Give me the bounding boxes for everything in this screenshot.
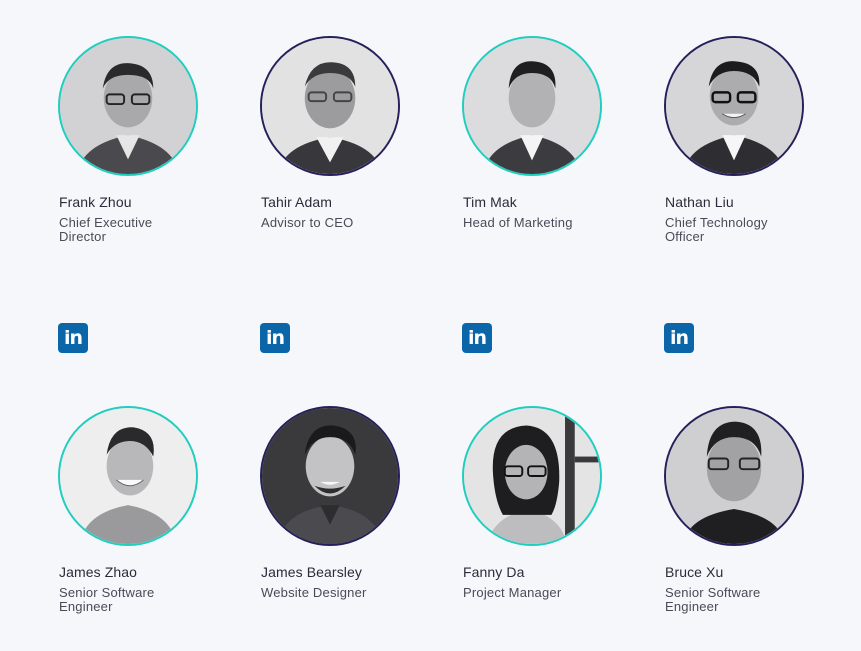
team-member-card: Fanny Da Project Manager xyxy=(462,406,633,600)
portrait-photo xyxy=(262,38,398,174)
member-role: Head of Marketing xyxy=(463,215,573,230)
member-role: Chief Executive Director xyxy=(59,215,153,244)
avatar xyxy=(664,406,804,546)
avatar xyxy=(664,36,804,176)
linkedin-icon[interactable]: in xyxy=(664,323,694,353)
portrait-photo xyxy=(464,408,600,544)
portrait-photo xyxy=(464,38,600,174)
member-role: Project Manager xyxy=(463,585,562,600)
portrait-photo xyxy=(666,38,802,174)
linkedin-icon[interactable]: in xyxy=(462,323,492,353)
avatar xyxy=(462,406,602,546)
team-member-card: Bruce Xu Senior Software Engineer xyxy=(664,406,835,614)
member-name: James Bearsley xyxy=(261,564,362,580)
team-member-card: Nathan Liu Chief Technology Officer xyxy=(664,36,835,244)
member-name: Tahir Adam xyxy=(261,194,333,210)
member-role: Senior Software Engineer xyxy=(59,585,155,614)
portrait-photo xyxy=(666,408,802,544)
linkedin-icon[interactable]: in xyxy=(58,323,88,353)
avatar xyxy=(462,36,602,176)
member-role: Website Designer xyxy=(261,585,367,600)
team-member-card: James Bearsley Website Designer xyxy=(260,406,431,600)
member-role: Chief Technology Officer xyxy=(665,215,768,244)
avatar xyxy=(260,36,400,176)
portrait-photo xyxy=(262,408,398,544)
member-role: Advisor to CEO xyxy=(261,215,354,230)
linkedin-icon[interactable]: in xyxy=(260,323,290,353)
avatar xyxy=(260,406,400,546)
portrait-photo xyxy=(60,408,196,544)
avatar xyxy=(58,36,198,176)
member-name: Bruce Xu xyxy=(665,564,724,580)
member-role: Senior Software Engineer xyxy=(665,585,761,614)
member-name: Nathan Liu xyxy=(665,194,734,210)
member-name: Frank Zhou xyxy=(59,194,132,210)
team-member-card: James Zhao Senior Software Engineer xyxy=(58,406,229,614)
team-member-card: Frank Zhou Chief Executive Director xyxy=(58,36,229,244)
avatar xyxy=(58,406,198,546)
member-name: Fanny Da xyxy=(463,564,525,580)
member-name: James Zhao xyxy=(59,564,138,580)
team-member-card: Tahir Adam Advisor to CEO xyxy=(260,36,431,230)
portrait-photo xyxy=(60,38,196,174)
member-name: Tim Mak xyxy=(463,194,517,210)
team-member-card: Tim Mak Head of Marketing xyxy=(462,36,633,230)
